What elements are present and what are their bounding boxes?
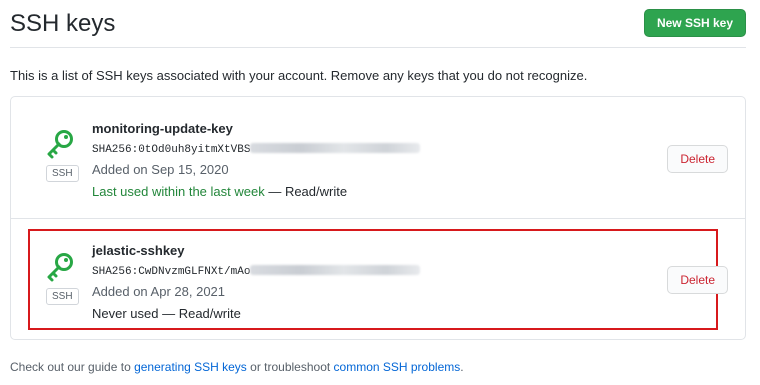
ssh-key-item: SSH jelastic-sshkey SHA256:CwDNvzmGLFNXt… [11, 219, 745, 340]
key-fingerprint: SHA256:CwDNvzmGLFNXt/mAo [92, 265, 421, 279]
key-usage-status: Last used within the last week [92, 184, 265, 199]
fingerprint-text: SHA256:CwDNvzmGLFNXt/mAo [92, 266, 251, 278]
ssh-key-item: SSH monitoring-update-key SHA256:0tOd0uh… [11, 97, 745, 219]
key-name: jelastic-sshkey [92, 243, 185, 258]
fingerprint-text: SHA256:0tOd0uh8yitmXtVBS [92, 144, 251, 156]
key-details: jelastic-sshkey SHA256:CwDNvzmGLFNXt/mAo… [92, 243, 421, 322]
footer-help-text: Check out our guide to generating SSH ke… [10, 360, 464, 374]
key-icon [47, 253, 73, 282]
key-usage: Last used within the last week — Read/wr… [92, 184, 420, 200]
key-access: — Read/write [264, 184, 348, 199]
ssh-key-list: SSH monitoring-update-key SHA256:0tOd0uh… [10, 96, 746, 340]
page-header: SSH keys New SSH key [10, 8, 746, 48]
key-icon-container: SSH [42, 252, 80, 305]
common-ssh-problems-link[interactable]: common SSH problems [334, 360, 461, 374]
ssh-badge: SSH [46, 288, 79, 305]
ssh-badge: SSH [46, 165, 79, 182]
key-access: — Read/write [158, 306, 241, 321]
key-fingerprint: SHA256:0tOd0uh8yitmXtVBS [92, 143, 421, 157]
delete-key-button[interactable]: Delete [667, 266, 728, 294]
key-added-date: Added on Sep 15, 2020 [92, 162, 229, 177]
key-name: monitoring-update-key [92, 121, 233, 136]
key-icon [47, 130, 73, 159]
fingerprint-redacted [250, 143, 421, 153]
key-details: monitoring-update-key SHA256:0tOd0uh8yit… [92, 121, 421, 200]
fingerprint-redacted [250, 265, 421, 275]
footer-prefix: Check out our guide to [10, 360, 135, 374]
delete-key-button[interactable]: Delete [667, 145, 728, 173]
footer-suffix: . [460, 360, 464, 374]
key-usage-status: Never used [92, 306, 159, 321]
key-icon-container: SSH [42, 129, 80, 182]
page-title: SSH keys [10, 10, 116, 37]
key-added-date: Added on Apr 28, 2021 [92, 284, 226, 299]
generating-ssh-keys-link[interactable]: generating SSH keys [134, 360, 247, 374]
footer-middle: or troubleshoot [246, 360, 334, 374]
new-ssh-key-button[interactable]: New SSH key [643, 9, 746, 37]
intro-text: This is a list of SSH keys associated wi… [10, 68, 588, 83]
key-usage: Never used — Read/write [92, 306, 420, 322]
